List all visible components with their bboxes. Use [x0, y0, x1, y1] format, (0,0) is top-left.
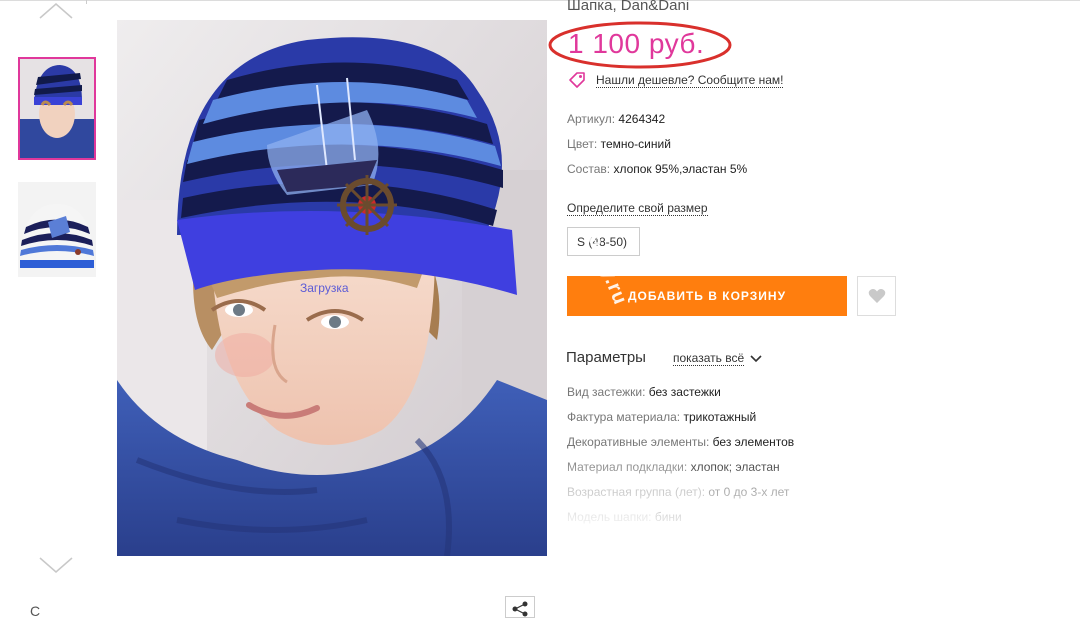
bottom-partial-text: С	[30, 603, 41, 619]
param-row: Возрастная группа (лет): от 0 до 3-х лет	[567, 485, 789, 499]
chevron-down-icon	[750, 354, 762, 362]
loading-text: Загрузка	[300, 281, 349, 295]
param-key: Фактура материала:	[567, 410, 681, 424]
share-icon	[512, 601, 528, 617]
attribute-article: Артикул: 4264342	[567, 112, 665, 126]
thumbnail-2[interactable]	[18, 182, 96, 277]
show-all-toggle[interactable]: показать всё	[673, 351, 763, 366]
price-tag-icon	[569, 72, 585, 88]
product-title: Шапка, Dan&Dani	[567, 0, 690, 14]
show-all-label: показать всё	[673, 351, 745, 366]
param-row: Декоративные элементы: без элементов	[567, 435, 794, 449]
chevron-up-icon	[39, 3, 73, 19]
param-key: Материал подкладки:	[567, 460, 688, 474]
top-border	[0, 0, 1080, 4]
attribute-key: Цвет:	[567, 137, 598, 151]
params-heading: Параметры	[566, 349, 646, 366]
thumbs-scroll-down-button[interactable]	[38, 556, 74, 576]
attribute-value: 4264342	[618, 112, 666, 126]
param-key: Модель шапки:	[567, 510, 652, 524]
found-cheaper-text: Нашли дешевле? Сообщите нам!	[596, 72, 784, 88]
param-value: без элементов	[712, 435, 795, 449]
attribute-key: Состав:	[567, 162, 611, 176]
heart-icon	[868, 289, 885, 303]
divider	[86, 0, 87, 4]
chevron-down-icon	[39, 557, 73, 573]
param-value: от 0 до 3-х лет	[708, 485, 790, 499]
param-row: Вид застежки: без застежки	[567, 385, 721, 399]
add-to-cart-button[interactable]: ДОБАВИТЬ В КОРЗИНУ	[567, 276, 847, 316]
attribute-value: темно-синий	[600, 137, 671, 151]
thumbs-scroll-up-button[interactable]	[38, 0, 74, 20]
thumbnail-1[interactable]	[18, 57, 96, 160]
size-option-button[interactable]: S (48-50)	[567, 227, 640, 256]
param-row: Материал подкладки: хлопок; эластан	[567, 460, 780, 474]
param-value: без застежки	[648, 385, 721, 399]
thumbnail-boy-in-hat-image	[20, 59, 94, 158]
param-key: Декоративные элементы:	[567, 435, 710, 449]
attribute-color: Цвет: темно-синий	[567, 137, 671, 151]
thumbnail-hat-image	[18, 182, 96, 277]
param-value: хлопок; эластан	[690, 460, 780, 474]
param-value: трикотажный	[683, 410, 757, 424]
size-guide-link[interactable]: Определите свой размер	[567, 201, 708, 216]
param-row: Фактура материала: трикотажный	[567, 410, 756, 424]
param-key: Вид застежки:	[567, 385, 646, 399]
red-annotation-circle	[548, 21, 732, 69]
found-cheaper-link[interactable]: Нашли дешевле? Сообщите нам!	[568, 71, 784, 89]
attribute-value: хлопок 95%,эластан 5%	[613, 162, 748, 176]
param-key: Возрастная группа (лет):	[567, 485, 706, 499]
attribute-key: Артикул:	[567, 112, 616, 126]
wishlist-button[interactable]	[857, 276, 896, 316]
param-row: Модель шапки: бини	[567, 510, 682, 524]
attribute-composition: Состав: хлопок 95%,эластан 5%	[567, 162, 747, 176]
param-value: бини	[654, 510, 682, 524]
